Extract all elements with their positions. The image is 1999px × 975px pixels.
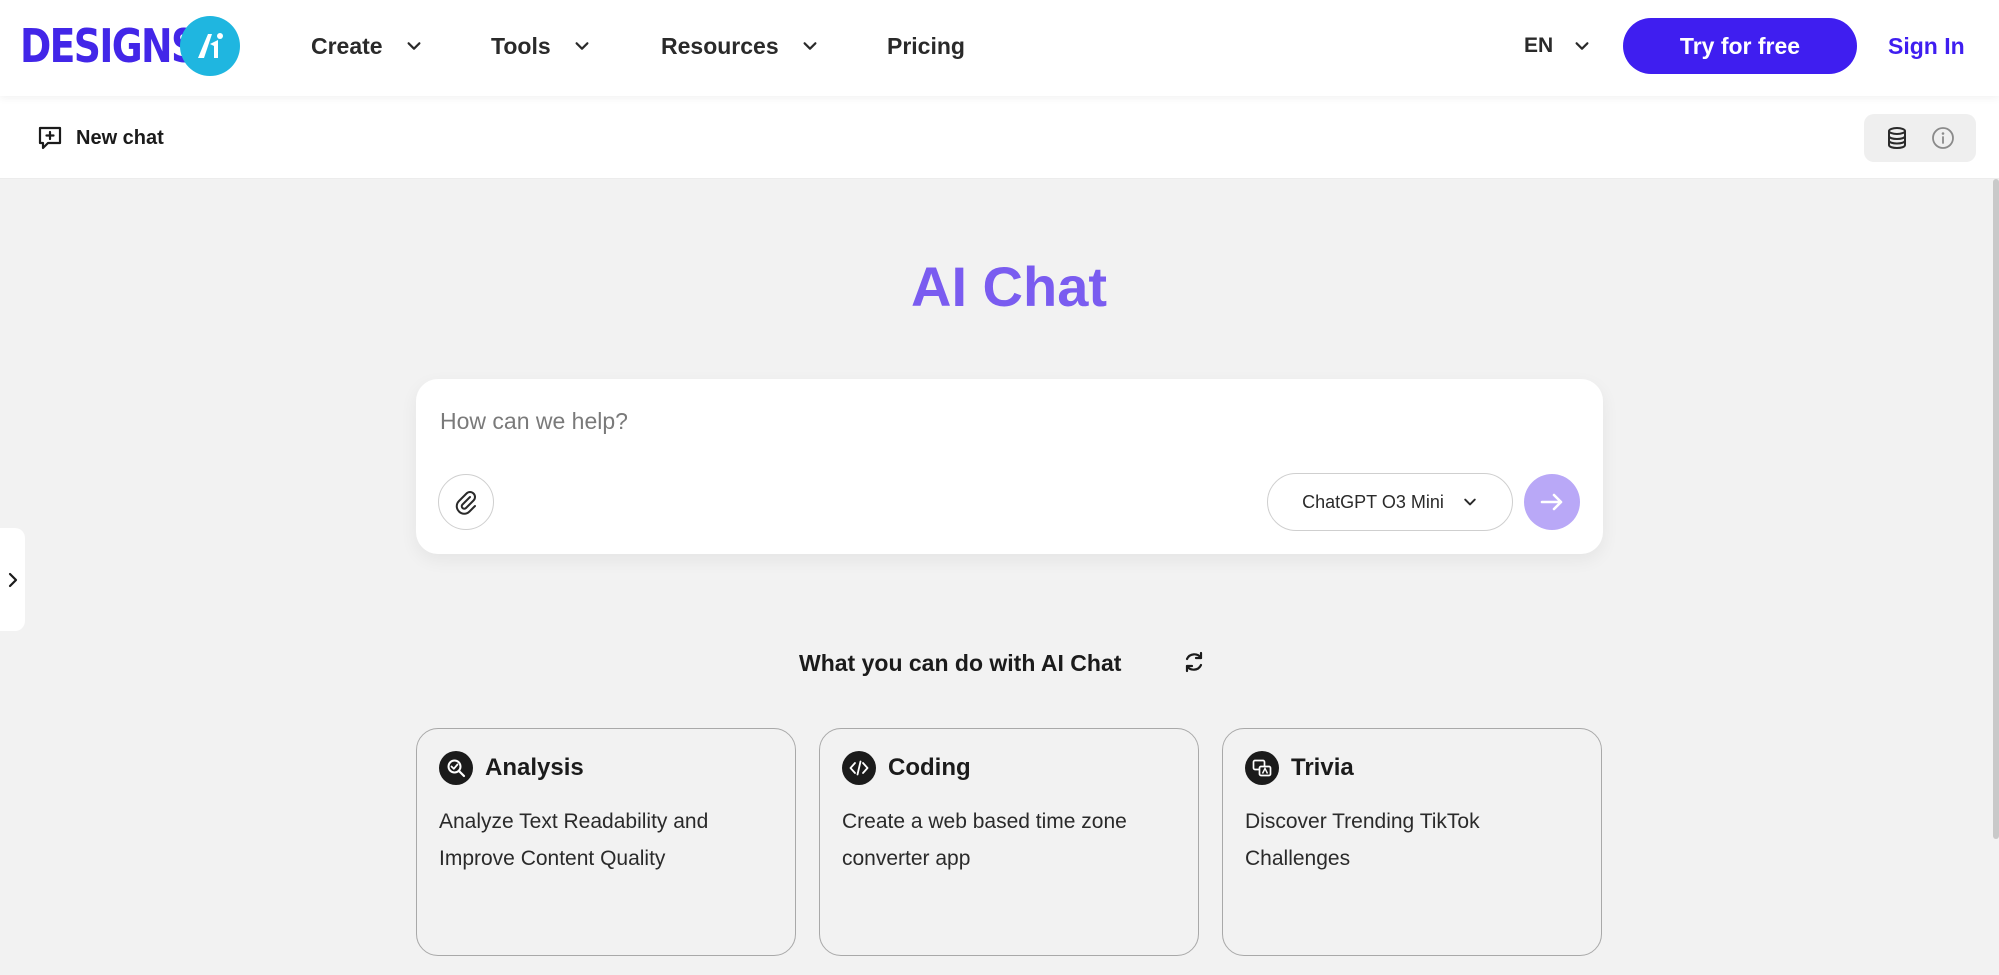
nav-pricing-label: Pricing <box>887 32 965 59</box>
chat-composer: ChatGPT O3 Mini <box>416 379 1603 554</box>
card-title: Analysis <box>485 754 584 781</box>
sign-in-link[interactable]: Sign In <box>1888 30 1965 62</box>
chevron-down-icon <box>803 42 817 50</box>
card-header: Trivia <box>1245 751 1354 785</box>
nav-pricing[interactable]: Pricing <box>887 30 965 62</box>
card-description: Create a web based time zone converter a… <box>842 810 1127 870</box>
card-header: Analysis <box>439 751 584 785</box>
language-selector[interactable]: EN <box>1524 30 1591 62</box>
model-selector[interactable]: ChatGPT O3 Mini <box>1267 473 1513 531</box>
suggestions-heading: What you can do with AI Chat <box>799 649 1122 676</box>
card-description: Discover Trending TikTok Challenges <box>1245 810 1480 870</box>
chevron-down-icon <box>1464 498 1476 506</box>
info-icon[interactable] <box>1930 125 1956 151</box>
chat-tools-group <box>1864 114 1976 162</box>
nav-create[interactable]: Create <box>311 30 423 62</box>
model-label: ChatGPT O3 Mini <box>1302 491 1444 512</box>
suggestion-card-trivia[interactable]: Trivia Discover Trending TikTok Challeng… <box>1222 728 1602 956</box>
card-title: Trivia <box>1291 754 1354 781</box>
logo-ai-badge-icon <box>180 16 240 76</box>
suggestion-card-coding[interactable]: Coding Create a web based time zone conv… <box>819 728 1199 956</box>
chevron-right-icon <box>8 572 17 587</box>
sidebar-toggle[interactable] <box>0 528 25 631</box>
chat-toolbar: New chat <box>0 96 1999 179</box>
new-chat-button[interactable]: New chat <box>36 122 164 154</box>
refresh-icon <box>1185 651 1203 673</box>
nav-resources-label: Resources <box>661 32 779 59</box>
nav-tools-label: Tools <box>491 32 551 59</box>
chat-input[interactable] <box>440 401 1540 441</box>
nav-create-label: Create <box>311 32 383 59</box>
new-chat-icon <box>38 126 62 150</box>
logo-text: DESIGNS. <box>20 19 211 73</box>
chevron-down-icon <box>575 42 589 50</box>
page-title: AI Chat <box>911 255 1107 318</box>
trivia-icon <box>1245 751 1279 785</box>
paperclip-icon <box>455 491 476 515</box>
main-content: AI Chat ChatGPT O3 Mini What you can do … <box>0 179 1999 975</box>
send-button[interactable] <box>1524 474 1580 530</box>
analysis-icon <box>439 751 473 785</box>
designs-ai-logo[interactable]: DESIGNS. <box>20 14 240 78</box>
card-title: Coding <box>888 754 971 781</box>
new-chat-label: New chat <box>76 126 164 149</box>
database-icon[interactable] <box>1884 125 1910 151</box>
chevron-down-icon <box>1575 42 1589 50</box>
nav-resources[interactable]: Resources <box>661 30 819 62</box>
top-navigation: DESIGNS. Create Tools Resources Pricing … <box>0 0 1999 96</box>
chevron-down-icon <box>407 42 421 50</box>
language-label: EN <box>1524 34 1554 57</box>
scrollbar[interactable] <box>1993 179 1999 839</box>
code-icon <box>842 751 876 785</box>
card-header: Coding <box>842 751 971 785</box>
arrow-right-icon <box>1540 493 1563 511</box>
attach-file-button[interactable] <box>438 474 494 530</box>
refresh-suggestions-button[interactable] <box>1180 648 1208 676</box>
suggestion-card-analysis[interactable]: Analysis Analyze Text Readability and Im… <box>416 728 796 956</box>
card-description: Analyze Text Readability and Improve Con… <box>439 810 709 870</box>
nav-tools[interactable]: Tools <box>491 30 591 62</box>
try-for-free-button[interactable]: Try for free <box>1623 18 1857 74</box>
